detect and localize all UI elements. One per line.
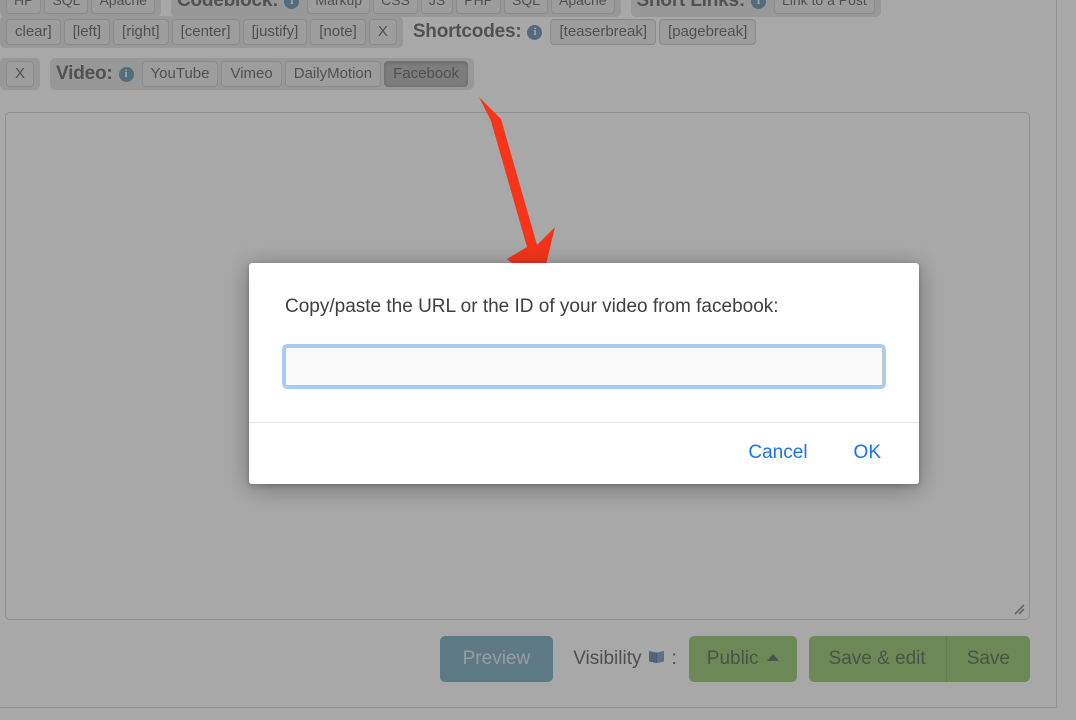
dialog-body: Copy/paste the URL or the ID of your vid… <box>249 263 919 422</box>
dialog-message: Copy/paste the URL or the ID of your vid… <box>285 296 779 317</box>
dialog-ok-button[interactable]: OK <box>836 433 899 473</box>
dialog-footer: Cancel OK <box>249 421 919 484</box>
dialog-prompt-input[interactable] <box>282 343 886 389</box>
javascript-prompt-dialog: Copy/paste the URL or the ID of your vid… <box>249 263 919 484</box>
dialog-cancel-button[interactable]: Cancel <box>730 433 825 473</box>
